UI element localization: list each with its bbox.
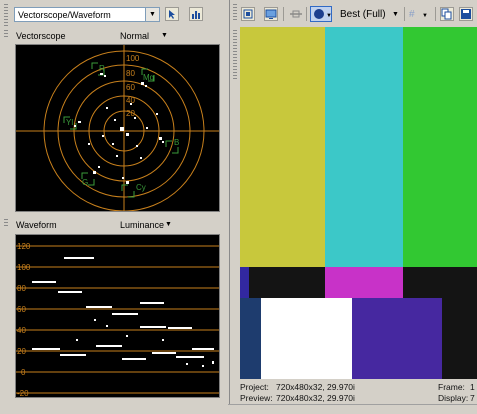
toolbar-separator xyxy=(306,7,307,21)
project-label: Project: xyxy=(240,382,269,392)
preview-value: 720x480x32, 29.970i xyxy=(276,393,355,403)
vector-scale-100: 100 xyxy=(126,54,140,63)
wave-scale-0: 0 xyxy=(21,368,26,377)
toolbar-separator xyxy=(404,7,405,21)
panel-grip[interactable] xyxy=(4,4,8,26)
target-label-yl: Yl xyxy=(66,118,73,127)
color-bar-black xyxy=(403,267,477,298)
project-value: 720x480x32, 29.970i xyxy=(276,382,355,392)
wave-scale-20: 20 xyxy=(17,347,26,356)
display-value: 7 xyxy=(470,393,475,403)
frame-value: 1 xyxy=(470,382,475,392)
target-label-r: R xyxy=(99,64,105,73)
waveform-title: Waveform xyxy=(16,220,57,230)
wave-scale-100: 100 xyxy=(17,263,31,272)
vectorscope-mode-dropdown[interactable]: Normal xyxy=(120,31,149,41)
video-preview-display xyxy=(240,27,477,379)
vector-scale-20: 20 xyxy=(126,109,135,118)
preview-quality-dropdown[interactable]: Best (Full) xyxy=(340,9,386,20)
color-bar-white xyxy=(261,298,352,379)
vector-scale-80: 80 xyxy=(126,69,135,78)
grid-icon: # ▼ xyxy=(409,9,428,20)
preview-properties-button[interactable] xyxy=(241,7,255,21)
scope-type-value: Vectorscope/Waveform xyxy=(18,10,111,20)
svg-text:▼: ▼ xyxy=(326,13,331,19)
waveform-graph: 120 100 80 60 40 20 0 -20 xyxy=(16,242,219,398)
external-monitor-button[interactable] xyxy=(264,7,278,21)
color-bar-green xyxy=(403,27,477,267)
toolbar-separator xyxy=(283,7,284,21)
frame-label: Frame: xyxy=(438,382,465,392)
chevron-down-icon[interactable]: ▼ xyxy=(165,221,172,228)
split-view-icon xyxy=(290,10,302,18)
chevron-down-icon[interactable]: ▼ xyxy=(392,11,399,18)
color-bar-black xyxy=(442,298,477,379)
toolbar-separator xyxy=(435,7,436,21)
color-bar-black xyxy=(249,267,325,298)
target-label-mg: Mg xyxy=(143,73,154,82)
svg-text:▼: ▼ xyxy=(422,13,428,19)
wave-scale-minus-20: -20 xyxy=(17,389,29,397)
section-grip xyxy=(4,30,8,38)
save-snapshot-button[interactable] xyxy=(459,7,473,21)
monitor-icon xyxy=(265,9,277,19)
target-label-cy: Cy xyxy=(136,183,146,192)
waveform-display: 120 100 80 60 40 20 0 -20 xyxy=(15,234,220,398)
scope-type-combo[interactable]: Vectorscope/Waveform ▼ xyxy=(14,7,160,22)
overlays-icon: ▼ xyxy=(314,9,332,19)
target-label-g: G xyxy=(82,178,88,187)
display-label: Display: xyxy=(438,393,469,403)
vectorscope-title: Vectorscope xyxy=(16,31,66,41)
copy-icon xyxy=(441,8,452,20)
vectorscope-display: 100 80 60 40 20 R Mg B Cy G Yl xyxy=(15,44,220,212)
copy-snapshot-button[interactable] xyxy=(440,7,454,21)
save-icon xyxy=(461,9,471,19)
panel-grip-vertical xyxy=(233,30,237,80)
svg-text:#: # xyxy=(409,9,415,20)
settings-icon xyxy=(243,9,253,19)
color-bar-minus-i xyxy=(240,298,261,379)
grid-overlay-button[interactable]: # ▼ xyxy=(408,7,432,21)
update-scopes-button[interactable] xyxy=(165,7,179,21)
vectorscope-graph: 100 80 60 40 20 R Mg B Cy G Yl xyxy=(16,45,219,212)
section-grip xyxy=(4,219,8,227)
wave-scale-60: 60 xyxy=(17,305,26,314)
waveform-mode-dropdown[interactable]: Luminance xyxy=(120,220,164,230)
cursor-icon xyxy=(169,10,175,19)
chevron-down-icon[interactable]: ▼ xyxy=(145,8,159,21)
wave-scale-40: 40 xyxy=(17,326,26,335)
chevron-down-icon[interactable]: ▼ xyxy=(161,32,168,39)
target-label-b: B xyxy=(174,138,179,147)
color-bar-plus-q xyxy=(352,298,442,379)
studio-rgb-button[interactable] xyxy=(189,7,203,21)
color-bar-yellow xyxy=(240,27,325,267)
panel-grip[interactable] xyxy=(233,4,237,22)
histogram-icon xyxy=(192,11,200,19)
vector-scale-60: 60 xyxy=(126,83,135,92)
wave-scale-80: 80 xyxy=(17,284,26,293)
color-bar-cyan xyxy=(325,27,403,267)
scopes-panel: Vectorscope/Waveform ▼ Vectorscope Norma… xyxy=(0,0,228,413)
preview-label: Preview: xyxy=(240,393,273,403)
color-bar-magenta xyxy=(325,267,403,298)
overlays-button[interactable]: ▼ xyxy=(310,6,332,22)
color-bar-blue xyxy=(240,267,249,298)
split-screen-button[interactable] xyxy=(289,7,303,21)
wave-scale-120: 120 xyxy=(17,242,31,251)
